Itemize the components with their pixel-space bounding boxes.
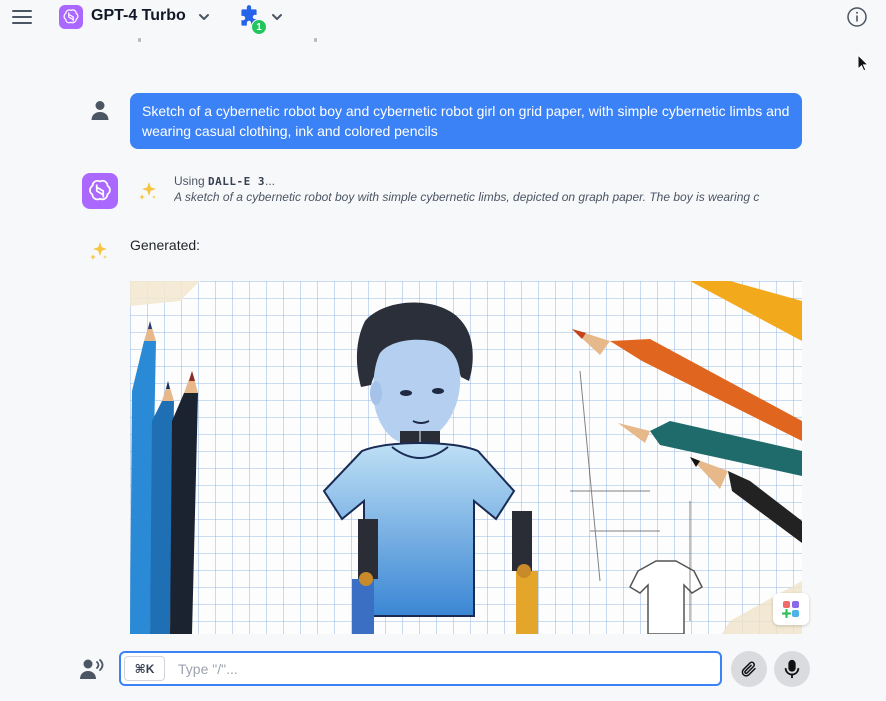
apps-grid-button[interactable] xyxy=(773,593,809,625)
tool-name: DALL-E 3 xyxy=(208,175,266,188)
user-icon xyxy=(91,101,109,120)
tool-prompt-text: A sketch of a cybernetic robot boy with … xyxy=(174,190,760,204)
attach-button[interactable] xyxy=(731,651,767,687)
microphone-icon xyxy=(784,659,800,679)
apps-grid-icon xyxy=(782,601,799,618)
message-input[interactable] xyxy=(170,655,715,682)
sparkle-icon xyxy=(139,182,156,200)
mouse-cursor-icon xyxy=(857,54,869,72)
generated-label: Generated: xyxy=(130,237,201,253)
user-message-bubble: Sketch of a cybernetic robot boy and cyb… xyxy=(130,93,802,149)
model-selector-title[interactable]: GPT-4 Turbo xyxy=(91,7,186,25)
generated-image[interactable] xyxy=(130,281,802,634)
scrolled-text-remnant xyxy=(130,36,810,48)
command-k-shortcut[interactable]: ⌘K xyxy=(124,656,165,681)
microphone-button[interactable] xyxy=(774,651,810,687)
plugin-count-badge: 1 xyxy=(251,19,267,35)
paperclip-icon xyxy=(741,661,756,677)
info-icon[interactable] xyxy=(846,6,868,28)
voice-speaking-icon[interactable] xyxy=(79,657,105,681)
sparkle-icon xyxy=(90,242,107,260)
openai-logo-icon[interactable] xyxy=(59,5,83,29)
openai-logo-icon xyxy=(89,179,111,201)
hamburger-menu-icon[interactable] xyxy=(12,10,32,26)
chevron-down-icon[interactable] xyxy=(197,10,211,24)
tool-usage-label: Using DALL-E 3... xyxy=(174,174,276,188)
app-header: GPT-4 Turbo 1 xyxy=(0,0,886,36)
assistant-avatar xyxy=(82,173,118,209)
chevron-down-icon[interactable] xyxy=(270,10,284,24)
